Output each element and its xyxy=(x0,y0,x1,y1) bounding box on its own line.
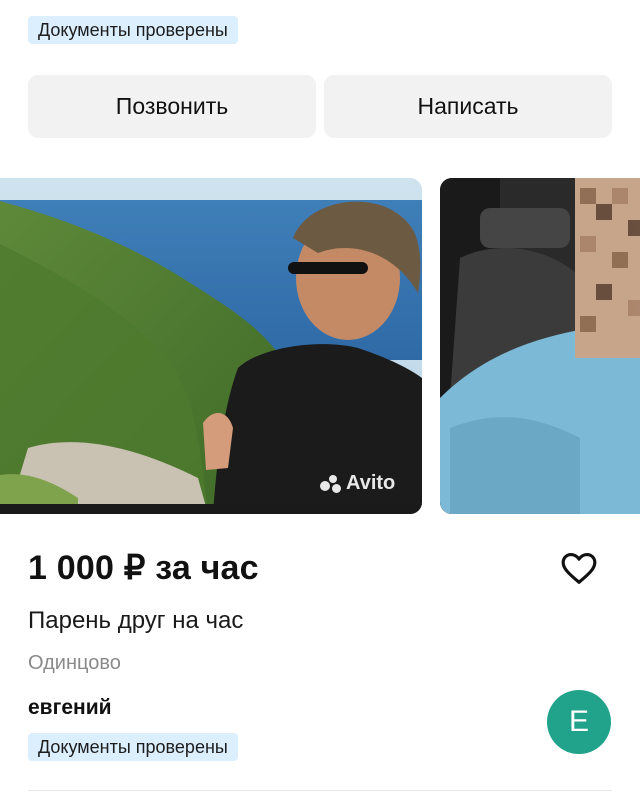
photo-2-image xyxy=(440,178,640,514)
listing-location: Одинцово xyxy=(28,652,121,674)
documents-verified-badge: Документы проверены xyxy=(28,16,238,44)
listing-photo-1[interactable]: Avito xyxy=(0,178,422,514)
seller-documents-verified-badge: Документы проверены xyxy=(28,733,238,761)
seller-avatar[interactable]: Е xyxy=(547,690,611,754)
avito-watermark: Avito xyxy=(320,472,395,495)
call-button[interactable]: Позвонить xyxy=(28,75,316,138)
seller-name[interactable]: евгений xyxy=(28,696,112,720)
listing-price: 1 000 ₽ за час xyxy=(28,549,259,587)
avito-logo-icon xyxy=(320,474,342,493)
listing-photo-2[interactable] xyxy=(440,178,640,514)
favorite-heart-icon[interactable] xyxy=(560,550,598,586)
photo-1-image xyxy=(0,178,422,514)
divider xyxy=(28,790,612,791)
write-button[interactable]: Написать xyxy=(324,75,612,138)
listing-title[interactable]: Парень друг на час xyxy=(28,607,243,635)
